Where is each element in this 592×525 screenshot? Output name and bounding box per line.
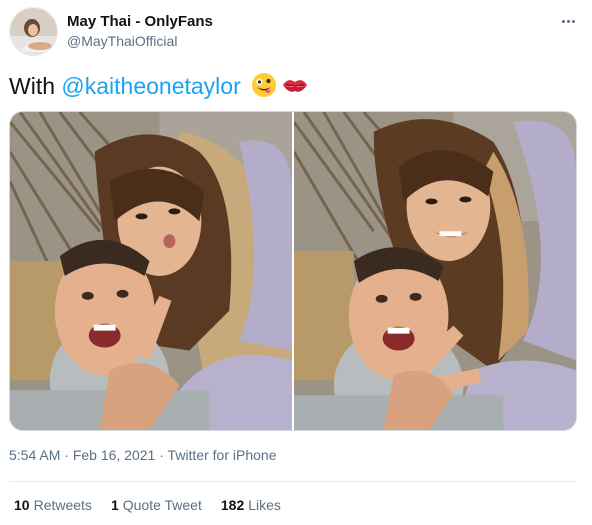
author-handle[interactable]: @MayThaiOfficial	[67, 33, 177, 49]
likes-count: 182	[220, 497, 245, 513]
divider	[9, 481, 577, 482]
tweet-source[interactable]: Twitter for iPhone	[168, 447, 277, 463]
engagement-stats: 10 Retweets 1 Quote Tweet 182 Likes	[14, 497, 281, 513]
author-name[interactable]: May Thai - OnlyFans	[67, 13, 213, 30]
meta-separator: ·	[155, 447, 168, 463]
avatar-image	[10, 8, 57, 55]
quotes-count: 1	[110, 497, 119, 513]
tweet-card: May Thai - OnlyFans @MayThaiOfficial Wit…	[0, 0, 592, 525]
tweet-timestamp[interactable]: 5:54 AM · Feb 16, 2021 · Twitter for iPh…	[9, 447, 276, 463]
zany-face-icon	[251, 72, 277, 104]
kiss-mark-icon	[281, 72, 309, 104]
retweets-count: 10	[14, 497, 30, 513]
tweet-text: With @kaitheonetaylor	[9, 72, 309, 104]
avatar[interactable]	[9, 7, 58, 56]
mention-link[interactable]: @kaitheonetaylor	[61, 73, 240, 99]
quote-tweets-stat[interactable]: 1 Quote Tweet	[111, 497, 202, 513]
likes-label: Likes	[248, 497, 281, 513]
tweet-date[interactable]: Feb 16, 2021	[73, 447, 156, 463]
tweet-time[interactable]: 5:54 AM	[9, 447, 60, 463]
photo-2[interactable]	[294, 112, 576, 430]
photo-1[interactable]	[10, 112, 292, 430]
meta-separator: ·	[60, 447, 73, 463]
retweets-label: Retweets	[33, 497, 92, 513]
more-options-icon[interactable]	[558, 14, 578, 28]
media-grid	[9, 111, 577, 431]
likes-stat[interactable]: 182 Likes	[221, 497, 281, 513]
quotes-label: Quote Tweet	[122, 497, 202, 513]
retweets-stat[interactable]: 10 Retweets	[14, 497, 92, 513]
tweet-text-prefix: With	[9, 73, 62, 99]
